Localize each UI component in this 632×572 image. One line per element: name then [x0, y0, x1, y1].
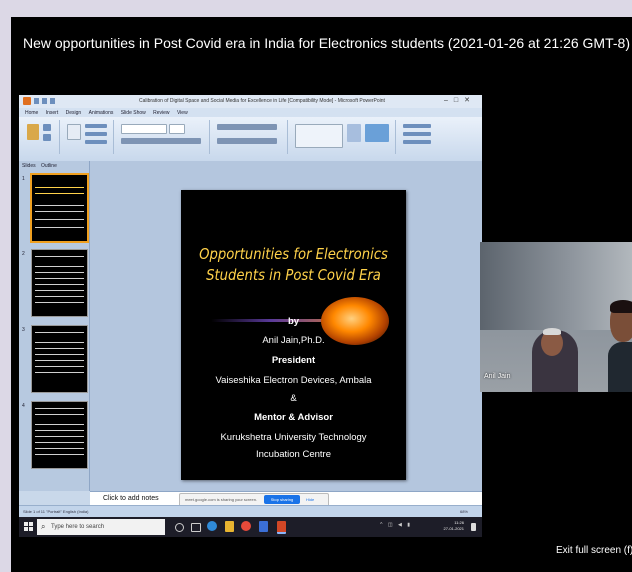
ribbon-group-drawing[interactable] [291, 120, 396, 154]
ribbon-group-font[interactable] [117, 120, 210, 154]
ribbon-group-paragraph[interactable] [213, 120, 288, 154]
slide-title-line: Students in Post Covid Era [206, 266, 381, 284]
ribbon-group-clipboard[interactable] [23, 120, 60, 154]
current-slide[interactable]: Opportunities for Electronics Students i… [181, 190, 406, 480]
system-tray-icons[interactable]: ^ ◫ ◀ ▮ [380, 522, 412, 528]
slide-role: President [271, 355, 316, 366]
slide-role2: Mentor & Advisor [254, 412, 333, 423]
slide-number: 3 [22, 327, 25, 333]
tab-slides[interactable]: Slides [22, 163, 36, 169]
slide-title-line: Opportunities for Electronics [199, 245, 388, 263]
ppt-window-title: Calibration of Digital Space and Social … [139, 98, 385, 104]
tab-insert[interactable]: Insert [46, 110, 59, 116]
shapes-gallery[interactable] [295, 124, 343, 148]
tab-design[interactable]: Design [66, 110, 82, 116]
slide-editing-area: Opportunities for Electronics Students i… [90, 161, 482, 491]
edge-icon[interactable] [207, 521, 217, 531]
hide-share-bar-button[interactable]: Hide [306, 497, 314, 502]
search-placeholder: Type here to search [51, 524, 105, 530]
taskbar-search-input[interactable]: ⌕ Type here to search [37, 519, 165, 535]
presented-screen: Calibration of Digital Space and Social … [19, 95, 482, 517]
font-size-select[interactable] [169, 124, 185, 134]
slide-author: Anil Jain,Ph.D. [262, 335, 325, 346]
layout-icon[interactable] [85, 124, 107, 128]
ribbon [19, 117, 482, 162]
ribbon-group-editing[interactable] [399, 120, 441, 154]
slide-ampersand: & [290, 393, 297, 404]
find-icon[interactable] [403, 124, 431, 128]
taskbar-clock[interactable]: 11:26 27-01-2021 [444, 520, 464, 532]
slide-org: Vaiseshika Electron Devices, Ambala [215, 375, 372, 386]
windows-taskbar: ⌕ Type here to search ^ ◫ ◀ ▮ 11:26 27-0… [19, 517, 482, 537]
tab-outline[interactable]: Outline [41, 163, 57, 169]
ppt-titlebar: Calibration of Digital Space and Social … [19, 95, 482, 108]
zoom-level[interactable]: 68% [460, 509, 468, 514]
slide-number: 4 [22, 403, 25, 409]
search-icon: ⌕ [41, 522, 46, 531]
status-text: Slide 1 of 11 "Portrait" English (India) [23, 509, 89, 514]
chrome-icon[interactable] [241, 521, 251, 531]
slide-org2-line1: Kurukshetra University Technology [220, 432, 367, 443]
app-icon[interactable] [259, 521, 268, 532]
slide-thumbnail[interactable]: 1 [22, 173, 89, 243]
ribbon-group-slides[interactable] [63, 120, 114, 154]
tab-animations[interactable]: Animations [89, 110, 114, 116]
clock-date: 27-01-2021 [443, 526, 464, 531]
slide-thumbnail[interactable]: 2 [22, 249, 88, 317]
file-explorer-icon[interactable] [225, 521, 234, 532]
notifications-icon[interactable] [471, 523, 476, 531]
quick-styles-icon[interactable] [365, 124, 389, 142]
new-slide-icon[interactable] [67, 124, 81, 140]
share-status-text: meet.google.com is sharing your screen. [185, 497, 258, 502]
exit-fullscreen-hint[interactable]: Exit full screen (f) [556, 545, 632, 556]
slide-number: 1 [22, 176, 25, 182]
panel-tabs: Slides Outline [22, 163, 57, 169]
paste-icon[interactable] [27, 124, 39, 140]
windows-start-icon[interactable] [24, 522, 34, 532]
notes-placeholder: Click to add notes [103, 495, 159, 502]
tab-home[interactable]: Home [25, 110, 38, 116]
tab-view[interactable]: View [177, 110, 188, 116]
slide-number: 2 [22, 251, 25, 257]
copy-icon[interactable] [43, 134, 51, 141]
powerpoint-icon[interactable] [277, 521, 286, 534]
list-icons[interactable] [217, 124, 277, 130]
participant-name: Anil Jain [484, 373, 511, 380]
slide-by: by [287, 316, 300, 327]
slide-thumbnail[interactable]: 3 [22, 325, 88, 393]
slides-panel: Slides Outline 1 2 3 4 [19, 161, 90, 491]
font-name-select[interactable] [121, 124, 167, 134]
reset-icon[interactable] [85, 132, 107, 136]
window-controls[interactable]: –□✕ [444, 96, 476, 104]
ppt-statusbar: Slide 1 of 11 "Portrait" English (India)… [19, 505, 482, 517]
tab-review[interactable]: Review [153, 110, 169, 116]
participant-video-tile[interactable]: Anil Jain [480, 242, 632, 392]
tab-slide-show[interactable]: Slide Show [121, 110, 146, 116]
cut-icon[interactable] [43, 124, 51, 131]
task-view-icon[interactable] [191, 523, 201, 532]
stop-sharing-button[interactable]: Stop sharing [264, 495, 300, 504]
cortana-icon[interactable] [175, 523, 184, 532]
ribbon-tabs: Home Insert Design Animations Slide Show… [19, 108, 482, 117]
arrange-icon[interactable] [347, 124, 361, 142]
replace-icon[interactable] [403, 132, 431, 136]
slide-thumbnail[interactable]: 4 [22, 401, 88, 469]
slide-title: Opportunities for Electronics Students i… [195, 244, 393, 286]
delete-icon[interactable] [85, 140, 107, 144]
quick-access-toolbar [23, 97, 55, 105]
align-icons[interactable] [217, 138, 277, 144]
slide-org2-line2: Incubation Centre [256, 449, 331, 460]
select-icon[interactable] [403, 140, 431, 144]
font-format-icons[interactable] [121, 138, 201, 144]
meeting-stage: New opportunities in Post Covid era in I… [11, 17, 632, 572]
meeting-title: New opportunities in Post Covid era in I… [23, 35, 630, 51]
